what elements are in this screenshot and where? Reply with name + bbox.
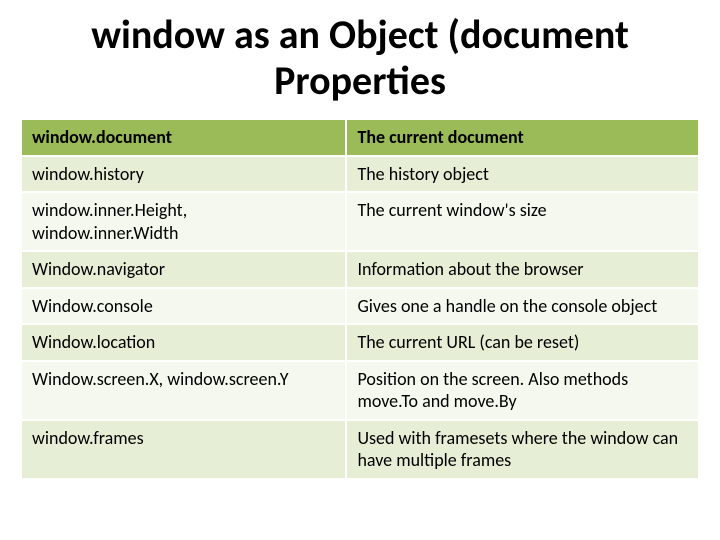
table-cell: Position on the screen. Also methods mov… xyxy=(346,361,699,420)
table-cell: The history object xyxy=(346,156,699,193)
table-cell: window.inner.Height, window.inner.Width xyxy=(21,192,346,251)
table-cell: The current window's size xyxy=(346,192,699,251)
table-cell: Window.navigator xyxy=(21,251,346,288)
table-cell: window.history xyxy=(21,156,346,193)
table-header-row: window.document The current document xyxy=(21,119,699,156)
table-cell: window.frames xyxy=(21,420,346,479)
table-cell: Window.location xyxy=(21,324,346,361)
table-cell: Information about the browser xyxy=(346,251,699,288)
table-row: Window.location The current URL (can be … xyxy=(21,324,699,361)
slide-title: window as an Object (document Properties xyxy=(20,12,700,104)
table-row: window.frames Used with framesets where … xyxy=(21,420,699,479)
table-row: Window.console Gives one a handle on the… xyxy=(21,288,699,325)
table-row: Window.screen.X, window.screen.Y Positio… xyxy=(21,361,699,420)
table-row: window.history The history object xyxy=(21,156,699,193)
slide: window as an Object (document Properties… xyxy=(0,0,720,540)
table-header-cell: window.document xyxy=(21,119,346,156)
table-cell: Window.console xyxy=(21,288,346,325)
title-rest: as an Object (document Properties xyxy=(225,10,629,105)
table-cell: The current URL (can be reset) xyxy=(346,324,699,361)
table-header-cell: The current document xyxy=(346,119,699,156)
table-cell: Window.screen.X, window.screen.Y xyxy=(21,361,346,420)
properties-table: window.document The current document win… xyxy=(20,118,700,480)
table-row: Window.navigator Information about the b… xyxy=(21,251,699,288)
table-row: window.inner.Height, window.inner.Width … xyxy=(21,192,699,251)
title-strong: window xyxy=(91,10,225,59)
table-cell: Used with framesets where the window can… xyxy=(346,420,699,479)
table-cell: Gives one a handle on the console object xyxy=(346,288,699,325)
